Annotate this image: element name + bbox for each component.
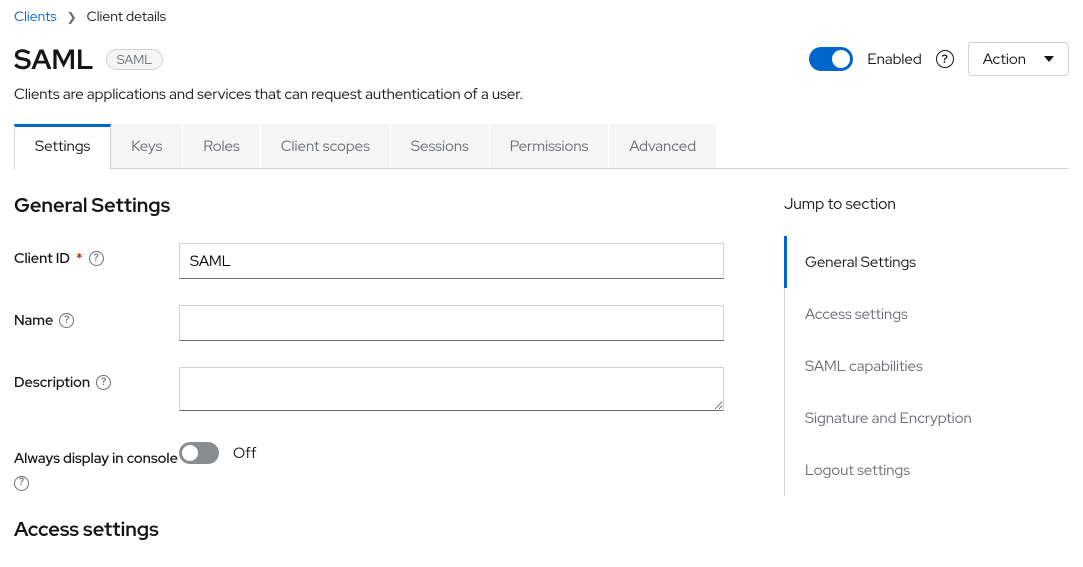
enabled-toggle[interactable]: [809, 47, 853, 71]
tab-permissions[interactable]: Permissions: [490, 124, 610, 168]
jump-item-access-settings[interactable]: Access settings: [785, 288, 1064, 340]
tab-roles[interactable]: Roles: [183, 124, 260, 168]
jump-nav-title: Jump to section: [784, 193, 1064, 214]
action-dropdown[interactable]: Action: [968, 42, 1069, 76]
settings-form: General Settings Client ID * ? Name ?: [14, 193, 754, 567]
tab-bar: Settings Keys Roles Client scopes Sessio…: [14, 124, 1069, 169]
tab-sessions[interactable]: Sessions: [391, 124, 490, 168]
always-display-toggle[interactable]: [179, 442, 219, 464]
tab-client-scopes[interactable]: Client scopes: [261, 124, 391, 168]
page-subtitle: Clients are applications and services th…: [14, 84, 1069, 104]
help-icon[interactable]: ?: [936, 50, 954, 68]
description-textarea[interactable]: [179, 367, 724, 411]
page-title: SAML: [14, 40, 94, 78]
jump-item-general-settings[interactable]: General Settings: [784, 236, 1064, 288]
tab-keys[interactable]: Keys: [111, 124, 183, 168]
tab-advanced[interactable]: Advanced: [609, 124, 717, 168]
breadcrumb-current: Client details: [87, 8, 166, 26]
breadcrumb: Clients ❯ Client details: [14, 4, 1069, 40]
help-icon[interactable]: ?: [59, 313, 74, 328]
action-dropdown-label: Action: [983, 49, 1026, 69]
section-title-access: Access settings: [14, 517, 754, 543]
chevron-right-icon: ❯: [67, 9, 77, 25]
jump-nav: Jump to section General Settings Access …: [784, 193, 1064, 567]
jump-item-saml-capabilities[interactable]: SAML capabilities: [785, 340, 1064, 392]
always-display-label: Always display in console ?: [14, 442, 179, 491]
name-input[interactable]: [179, 305, 724, 341]
tab-settings[interactable]: Settings: [14, 124, 111, 169]
client-id-label: Client ID * ?: [14, 243, 179, 268]
protocol-chip: SAML: [106, 49, 163, 70]
jump-item-logout-settings[interactable]: Logout settings: [785, 444, 1064, 496]
help-icon[interactable]: ?: [89, 251, 104, 266]
description-label: Description ?: [14, 367, 179, 392]
page-header: SAML SAML Enabled ? Action: [14, 40, 1069, 78]
always-display-toggle-label: Off: [233, 443, 257, 463]
section-title-general: General Settings: [14, 193, 754, 219]
help-icon[interactable]: ?: [14, 476, 29, 491]
breadcrumb-root-link[interactable]: Clients: [14, 8, 57, 26]
enabled-toggle-label: Enabled: [867, 49, 921, 69]
name-label: Name ?: [14, 305, 179, 330]
required-indicator: *: [76, 249, 83, 268]
caret-down-icon: [1044, 56, 1054, 62]
client-id-input[interactable]: [179, 243, 724, 279]
help-icon[interactable]: ?: [96, 375, 111, 390]
jump-item-signature-encryption[interactable]: Signature and Encryption: [785, 392, 1064, 444]
